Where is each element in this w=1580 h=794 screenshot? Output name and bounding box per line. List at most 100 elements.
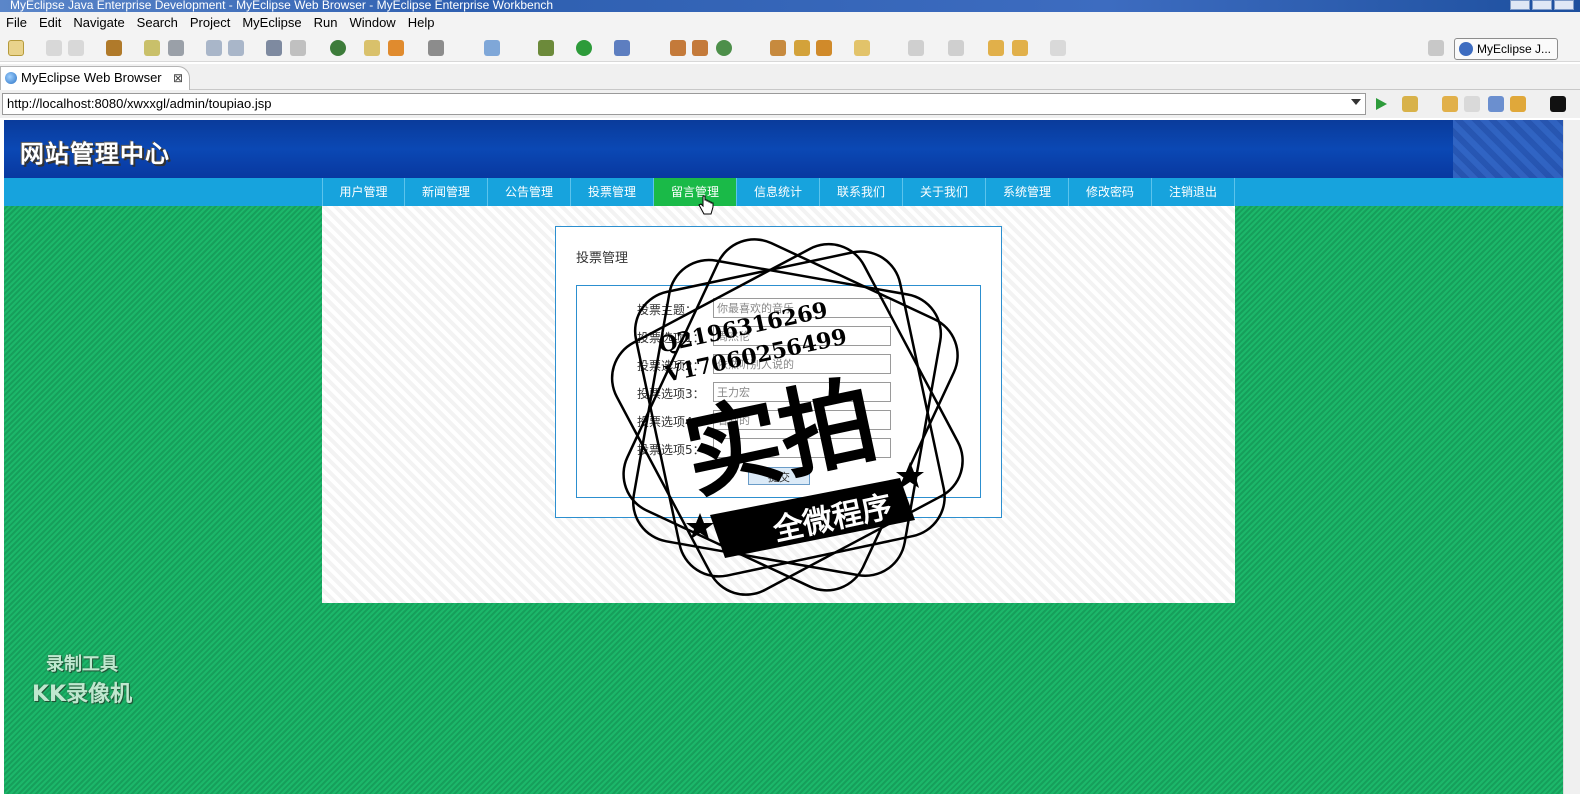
content-panel: 投票管理 投票主题： 投票选项1： 投票选项2： 投票选项3：	[322, 206, 1235, 603]
chevron-down-icon[interactable]	[1351, 99, 1361, 105]
hand-cursor-icon	[698, 195, 714, 215]
field-label: 投票选项3：	[637, 387, 705, 401]
maximize-button[interactable]	[1532, 0, 1552, 10]
browser-refresh-icon[interactable]	[1510, 96, 1526, 112]
perspective-switch[interactable]: MyEclipse J...	[1454, 38, 1558, 60]
recorder-watermark: 录制工具 KK录像机	[32, 650, 132, 708]
field-label: 投票选项4：	[637, 415, 705, 429]
menu-help[interactable]: Help	[402, 13, 441, 33]
nav-password[interactable]: 修改密码	[1069, 178, 1152, 206]
menu-file[interactable]: File	[0, 13, 33, 33]
forward-icon[interactable]	[1050, 40, 1066, 56]
debug-icon[interactable]	[538, 40, 554, 56]
wizard2-icon[interactable]	[228, 40, 244, 56]
wizard-icon[interactable]	[206, 40, 222, 56]
nav-logout[interactable]: 注销退出	[1152, 178, 1235, 206]
nav-notice[interactable]: 公告管理	[488, 178, 571, 206]
prev-annotation-icon[interactable]	[948, 40, 964, 56]
nav-stats[interactable]: 信息统计	[737, 178, 820, 206]
menu-window[interactable]: Window	[343, 13, 401, 33]
recorder-line1: 录制工具	[46, 654, 119, 675]
build-icon[interactable]	[144, 40, 160, 56]
submit-button[interactable]: 提交	[748, 467, 810, 485]
field-label: 投票主题：	[637, 303, 698, 317]
option-5-input[interactable]	[713, 438, 891, 458]
folder-icon[interactable]	[364, 40, 380, 56]
back-icon[interactable]	[1012, 40, 1028, 56]
option-1-input[interactable]	[713, 326, 891, 346]
doc-icon[interactable]	[290, 40, 306, 56]
rocket-icon[interactable]	[794, 40, 810, 56]
external-tools-icon[interactable]	[614, 40, 630, 56]
tab-web-browser[interactable]: MyEclipse Web Browser ⊠	[0, 66, 190, 90]
web-page: 网站管理中心 用户管理 新闻管理 公告管理 投票管理 留言管理 信息统计 联系我…	[4, 120, 1563, 794]
close-icon[interactable]: ⊠	[173, 67, 183, 89]
menu-myeclipse[interactable]: MyEclipse	[236, 13, 307, 33]
nav-system[interactable]: 系统管理	[986, 178, 1069, 206]
browser-forward-icon[interactable]	[1464, 96, 1480, 112]
print-icon[interactable]	[68, 40, 84, 56]
field-option-4: 投票选项4：	[577, 410, 982, 432]
nav-users[interactable]: 用户管理	[322, 178, 405, 206]
camera-icon[interactable]	[428, 40, 444, 56]
main-toolbar	[0, 34, 1580, 62]
site-banner: 网站管理中心	[4, 120, 1563, 178]
browser-back-icon[interactable]	[1442, 96, 1458, 112]
next-annotation-icon[interactable]	[908, 40, 924, 56]
package-icon[interactable]	[106, 40, 122, 56]
menu-edit[interactable]: Edit	[33, 13, 67, 33]
field-option-3: 投票选项3：	[577, 382, 982, 404]
field-option-5: 投票选项5：	[577, 438, 982, 460]
save-icon[interactable]	[46, 40, 62, 56]
deploy-icon[interactable]	[266, 40, 282, 56]
recorder-line2: KK录像机	[32, 682, 133, 707]
new-folder-icon[interactable]	[854, 40, 870, 56]
type-icon[interactable]	[692, 40, 708, 56]
nav-about[interactable]: 关于我们	[903, 178, 986, 206]
option-2-input[interactable]	[713, 354, 891, 374]
new-class-icon[interactable]	[484, 40, 500, 56]
menu-project[interactable]: Project	[184, 13, 236, 33]
go-icon[interactable]	[1374, 97, 1388, 111]
last-edit-icon[interactable]	[988, 40, 1004, 56]
search-tool-icon[interactable]	[670, 40, 686, 56]
refresh-icon[interactable]	[716, 40, 732, 56]
run-icon[interactable]	[576, 40, 592, 56]
open-icon[interactable]	[388, 40, 404, 56]
field-topic: 投票主题：	[577, 298, 982, 320]
nav-news[interactable]: 新闻管理	[405, 178, 488, 206]
close-button[interactable]	[1554, 0, 1574, 10]
nav-vote[interactable]: 投票管理	[571, 178, 654, 206]
option-4-input[interactable]	[713, 410, 891, 430]
window-controls	[1510, 0, 1574, 10]
package2-icon[interactable]	[816, 40, 832, 56]
option-3-input[interactable]	[713, 382, 891, 402]
vote-form: 投票主题： 投票选项1： 投票选项2： 投票选项3： 投票选项4：	[576, 285, 981, 498]
nav-contact[interactable]: 联系我们	[820, 178, 903, 206]
site-nav: 用户管理 新闻管理 公告管理 投票管理 留言管理 信息统计 联系我们 关于我们 …	[4, 178, 1563, 206]
minimize-button[interactable]	[1510, 0, 1530, 10]
globe-icon	[5, 72, 17, 84]
field-label: 投票选项2：	[637, 359, 705, 373]
topic-input[interactable]	[713, 298, 891, 318]
nav-message[interactable]: 留言管理	[654, 178, 737, 206]
editor-tabbar: MyEclipse Web Browser ⊠	[0, 64, 1580, 90]
globe-icon[interactable]	[330, 40, 346, 56]
server-icon[interactable]	[168, 40, 184, 56]
open-perspective-icon[interactable]	[1428, 40, 1444, 56]
url-text: http://localhost:8080/xwxxgl/admin/toupi…	[7, 96, 272, 111]
menu-search[interactable]: Search	[131, 13, 184, 33]
menu-navigate[interactable]: Navigate	[67, 13, 130, 33]
menu-bar: File Edit Navigate Search Project MyEcli…	[0, 12, 1580, 34]
vote-form-box: 投票管理 投票主题： 投票选项1： 投票选项2： 投票选项3：	[555, 226, 1002, 518]
perspective-label: MyEclipse J...	[1477, 42, 1552, 56]
favorites-icon[interactable]	[1402, 96, 1418, 112]
tool-icon[interactable]	[770, 40, 786, 56]
menu-run[interactable]: Run	[308, 13, 344, 33]
stop-icon[interactable]	[1488, 96, 1504, 112]
browser-address-bar: http://localhost:8080/xwxxgl/admin/toupi…	[0, 90, 1580, 118]
new-icon[interactable]	[8, 40, 24, 56]
vertical-scrollbar[interactable]	[1563, 120, 1580, 794]
url-input[interactable]: http://localhost:8080/xwxxgl/admin/toupi…	[2, 93, 1366, 115]
console-icon[interactable]	[1550, 96, 1566, 112]
